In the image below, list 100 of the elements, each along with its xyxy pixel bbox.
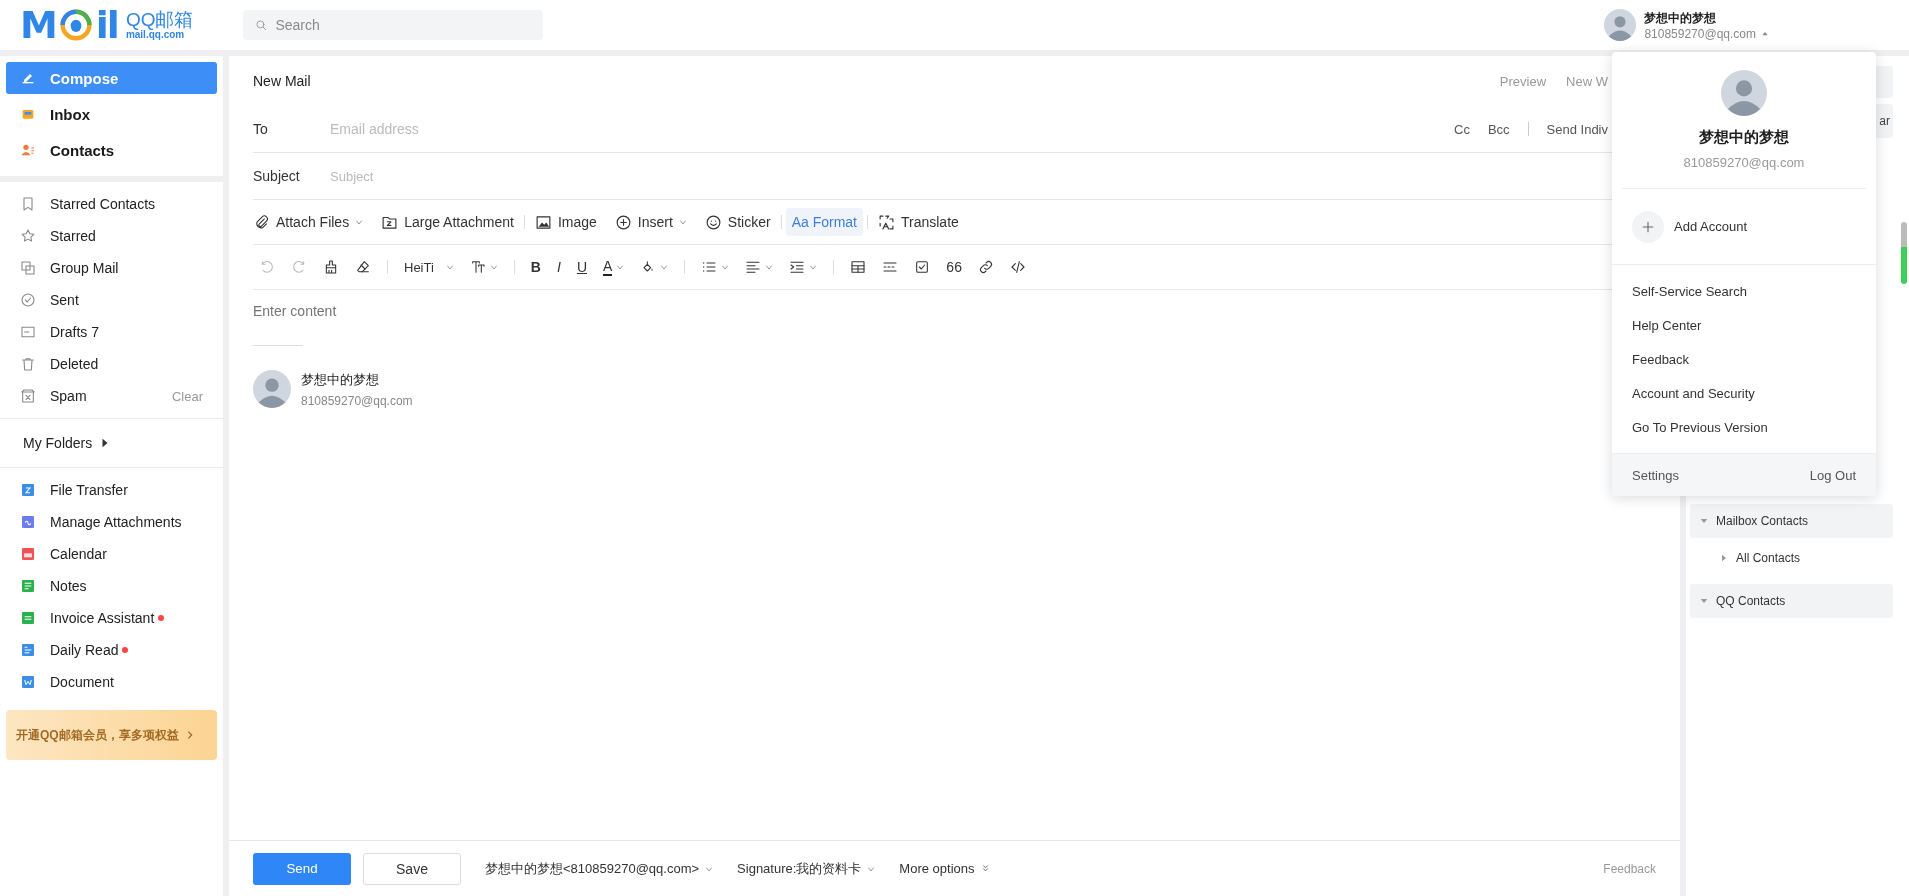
add-account-button[interactable]: Add Account xyxy=(1612,189,1876,265)
folder-item[interactable]: Drafts 7 xyxy=(0,316,223,348)
document-icon xyxy=(20,674,36,690)
toolbar-button[interactable]: Large Attachment xyxy=(381,208,514,236)
membership-banner[interactable]: 开通QQ邮箱会员，享多项权益 xyxy=(6,710,217,760)
menu-item[interactable]: Feedback xyxy=(1612,343,1876,377)
account-email: 810859270@qq.com xyxy=(1683,155,1805,170)
field-label: Subject xyxy=(253,168,301,184)
quote-button[interactable]: 66 xyxy=(946,255,962,279)
account-name: 梦想中的梦想 xyxy=(1699,128,1789,147)
caret-icon xyxy=(489,263,498,271)
my-folders-toggle[interactable]: My Folders xyxy=(0,425,223,461)
folder-item[interactable]: Starred xyxy=(0,220,223,252)
avatar-icon xyxy=(1721,70,1767,116)
font-color-picker[interactable]: A xyxy=(603,255,625,279)
signature-name: 梦想中的梦想 xyxy=(301,370,380,389)
toolbar-button[interactable]: Translate xyxy=(878,208,959,236)
menu-item[interactable]: Help Center xyxy=(1612,309,1876,343)
toolbar-button[interactable]: Aa Format xyxy=(785,208,863,236)
avatar-icon xyxy=(1604,9,1637,41)
image-icon xyxy=(534,213,552,231)
brand-name: QQ邮箱 xyxy=(125,9,194,30)
menu-item[interactable]: Self-Service Search xyxy=(1612,275,1876,309)
invoice-icon xyxy=(20,610,36,626)
paperclip-icon xyxy=(253,213,270,231)
contacts-icon xyxy=(20,142,36,158)
eraser-icon xyxy=(355,259,371,275)
logo-text: il xyxy=(95,6,118,44)
code-icon xyxy=(1009,259,1026,275)
toolbar-button[interactable]: Image xyxy=(534,208,597,236)
star-icon xyxy=(20,228,36,244)
settings-link[interactable]: Settings xyxy=(1632,467,1679,483)
panel-button[interactable]: ar xyxy=(1876,104,1893,138)
app-link[interactable]: Document xyxy=(50,674,114,690)
menu-item[interactable]: Go To Previous Version xyxy=(1612,411,1876,445)
horizontal-rule-icon xyxy=(882,259,899,275)
folder-item[interactable]: Group Mail xyxy=(0,252,223,284)
recipient-option[interactable]: Bcc xyxy=(1487,121,1510,137)
align-icon xyxy=(745,259,762,275)
folder-item[interactable]: Deleted xyxy=(0,348,223,380)
caret-icon xyxy=(355,218,364,226)
underline-button[interactable]: U xyxy=(576,255,587,279)
search-icon xyxy=(254,18,269,32)
more-options-toggle[interactable]: More options xyxy=(899,861,990,876)
folder-item[interactable]: Sent xyxy=(0,284,223,316)
sidebar-item[interactable]: Contacts xyxy=(6,134,217,166)
double-chevron-icon xyxy=(980,864,990,873)
tree-item[interactable]: Mailbox Contacts xyxy=(1690,504,1893,538)
caret-icon xyxy=(721,263,730,271)
search-field[interactable]: Search xyxy=(243,10,544,40)
draft-icon xyxy=(20,324,36,340)
app-link[interactable]: Invoice Assistant xyxy=(50,610,155,626)
bullet-list-icon xyxy=(701,259,718,275)
table-icon xyxy=(850,259,867,275)
calendar-icon xyxy=(20,546,36,562)
folder-item[interactable]: Spam xyxy=(50,388,87,404)
toolbar-button[interactable]: Insert xyxy=(614,208,687,236)
trash-icon xyxy=(20,356,36,372)
caret-icon xyxy=(678,218,687,226)
menu-item[interactable]: Account and Security xyxy=(1612,377,1876,411)
app-link[interactable]: File Transfer xyxy=(50,482,128,498)
send-button[interactable]: Send xyxy=(253,852,351,885)
account-name: 梦想中的梦想 xyxy=(1644,9,1718,27)
bold-button[interactable]: B xyxy=(530,255,541,279)
caret-icon xyxy=(660,263,669,271)
toolbar-button[interactable]: Attach Files xyxy=(253,208,364,236)
field-label: To xyxy=(253,121,269,137)
save-button[interactable]: Save xyxy=(363,852,461,885)
bookmark-icon xyxy=(20,196,36,212)
compose-title: New Mail xyxy=(253,73,311,89)
notes-icon xyxy=(20,578,36,594)
checkbox-icon xyxy=(914,259,931,275)
recipient-option[interactable]: Cc xyxy=(1454,121,1470,137)
scrollbar[interactable] xyxy=(1901,222,1907,284)
app-link[interactable]: Manage Attachments xyxy=(50,514,182,530)
font-picker[interactable]: HeiTi xyxy=(404,255,454,279)
toolbar-button[interactable]: Sticker xyxy=(704,208,771,236)
redo-icon xyxy=(291,259,307,275)
undo-icon xyxy=(259,259,275,275)
recipient-option[interactable]: Send Indiv xyxy=(1546,121,1608,137)
signature-picker[interactable]: Signature:我的资料卡 xyxy=(737,859,876,878)
caret-icon xyxy=(765,263,774,271)
folder-item[interactable]: Starred Contacts xyxy=(0,188,223,220)
logout-link[interactable]: Log Out xyxy=(1809,467,1856,483)
indent-icon xyxy=(789,259,806,275)
app-link[interactable]: Daily Read xyxy=(50,642,119,658)
tree-item[interactable]: QQ Contacts xyxy=(1690,584,1893,618)
sender-picker[interactable]: 梦想中的梦想<810859270@qq.com> xyxy=(485,859,714,878)
account-email[interactable]: 810859270@qq.com xyxy=(1644,26,1756,41)
italic-button[interactable]: I xyxy=(557,255,561,279)
link-icon xyxy=(977,259,994,275)
app-link[interactable]: Calendar xyxy=(50,546,107,562)
group-icon xyxy=(20,260,36,276)
app-link[interactable]: Notes xyxy=(50,578,87,594)
plus-circle-icon xyxy=(614,213,632,231)
logo-icon xyxy=(59,9,92,41)
brand-domain: mail.qq.com xyxy=(125,29,186,41)
sidebar-item[interactable]: Inbox xyxy=(6,98,217,130)
caret-icon xyxy=(809,263,818,271)
translate-icon xyxy=(878,213,895,231)
